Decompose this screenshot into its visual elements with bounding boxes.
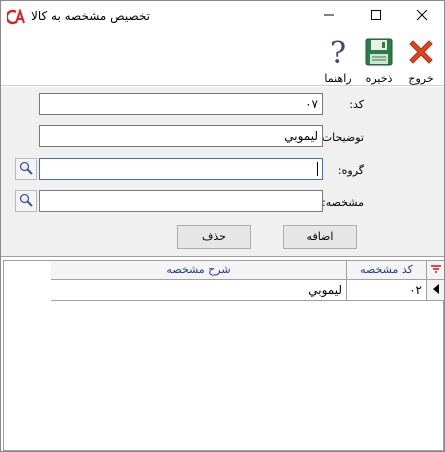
column-header-code[interactable]: کد مشخصه — [347, 261, 427, 280]
save-button[interactable]: ذخيره — [357, 36, 401, 85]
floppy-disk-icon — [363, 36, 395, 68]
form-panel: کد: ۰۷ توضيحات: ليموبي گروه: مشخصه: اضاف… — [1, 87, 444, 257]
magnifier-icon — [19, 193, 33, 210]
red-x-icon — [405, 36, 437, 68]
minimize-icon — [323, 9, 335, 24]
attribute-label: مشخصه: — [322, 196, 364, 209]
filter-icon — [430, 264, 442, 277]
group-label: گروه: — [337, 164, 364, 177]
toolbar: خروج ذخيره ? راهنما — [1, 32, 444, 86]
magnifier-icon — [19, 161, 33, 178]
delete-button[interactable]: حذف — [177, 225, 251, 249]
code-label: کد: — [349, 98, 364, 111]
save-label: ذخيره — [365, 72, 393, 85]
exit-label: خروج — [408, 72, 434, 85]
app-window: تخصيص مشخصه به کالا خروج ذخيره ? راهنما … — [0, 0, 445, 452]
help-button[interactable]: ? راهنما — [316, 36, 360, 85]
add-button[interactable]: اضافه — [283, 225, 357, 249]
description-label: توضيحات: — [318, 131, 364, 144]
window-title: تخصيص مشخصه به کالا — [31, 9, 150, 23]
title-bar: تخصيص مشخصه به کالا — [1, 1, 444, 32]
question-mark-icon: ? — [322, 36, 354, 71]
table-cell-code[interactable]: ۰۲ — [347, 280, 427, 301]
attributes-grid[interactable]: شرح مشخصه کد مشخصه ليموبي ۰۲ — [3, 260, 444, 451]
attribute-field[interactable] — [39, 190, 323, 212]
text-caret — [317, 162, 318, 176]
app-logo-icon — [5, 7, 27, 25]
filter-button[interactable] — [427, 261, 444, 280]
current-row-indicator[interactable] — [427, 280, 444, 301]
description-field[interactable]: ليموبي — [39, 125, 323, 147]
attribute-search-button[interactable] — [15, 190, 37, 212]
minimize-button[interactable] — [306, 1, 352, 32]
column-header-description[interactable]: شرح مشخصه — [51, 261, 347, 280]
svg-text:?: ? — [330, 36, 346, 68]
table-cell-description[interactable]: ليموبي — [51, 280, 347, 301]
close-icon — [416, 9, 428, 24]
exit-button[interactable]: خروج — [399, 36, 443, 85]
code-field[interactable]: ۰۷ — [39, 93, 323, 115]
group-field[interactable] — [39, 158, 323, 180]
close-window-button[interactable] — [399, 1, 444, 32]
maximize-icon — [370, 9, 382, 24]
group-search-button[interactable] — [15, 158, 37, 180]
maximize-button[interactable] — [353, 1, 399, 32]
help-label: راهنما — [324, 72, 352, 85]
row-pointer-icon — [432, 283, 440, 297]
